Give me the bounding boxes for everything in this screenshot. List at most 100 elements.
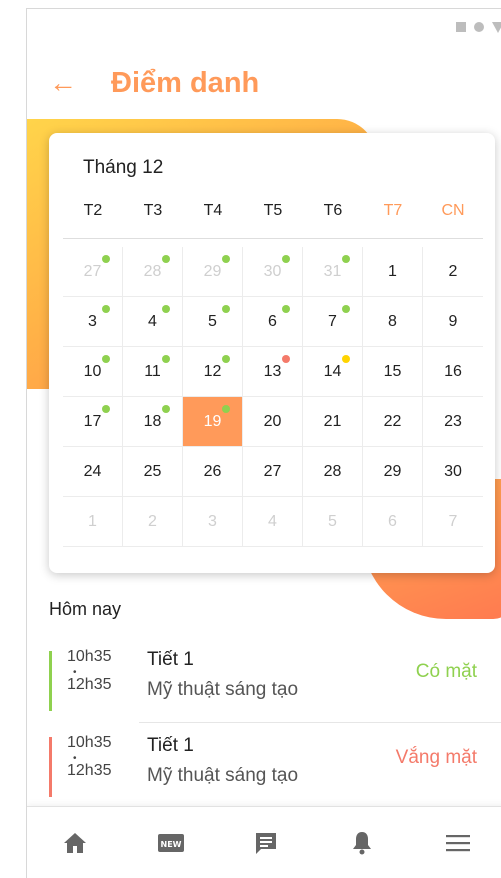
- attendance-status: Có mặt: [415, 661, 477, 682]
- attendance-dot: [282, 255, 290, 263]
- calendar-day[interactable]: 26: [183, 447, 243, 497]
- day-number: 7: [448, 512, 458, 530]
- session-subject: Mỹ thuật sáng tạo: [147, 765, 299, 786]
- app-screen: ← Điểm danh Tháng 12 T2 T3 T4 T5 T6 T7 CN 27 28…: [26, 8, 501, 878]
- calendar-day[interactable]: 29: [183, 247, 243, 297]
- attendance-dot: [162, 355, 170, 363]
- calendar-day[interactable]: 2: [423, 247, 483, 297]
- attendance-dot: [222, 255, 230, 263]
- calendar-day[interactable]: 22: [363, 397, 423, 447]
- calendar-day[interactable]: 12: [183, 347, 243, 397]
- day-number: 27: [83, 262, 102, 280]
- day-number: 28: [143, 262, 162, 280]
- session-title: Tiết 1: [147, 735, 194, 756]
- arrow-left-icon[interactable]: ←: [49, 69, 89, 97]
- calendar-day[interactable]: 18: [123, 397, 183, 447]
- attendance-dot: [282, 305, 290, 313]
- calendar-day[interactable]: 31: [303, 247, 363, 297]
- status-bar-indicator: [49, 737, 52, 797]
- calendar-day[interactable]: 13: [243, 347, 303, 397]
- calendar-day[interactable]: 6: [243, 297, 303, 347]
- day-number: 28: [323, 462, 342, 480]
- nav-news[interactable]: NEW: [141, 818, 201, 868]
- calendar-day[interactable]: 4: [243, 497, 303, 547]
- calendar-day[interactable]: 3: [63, 297, 123, 347]
- day-number: 29: [203, 262, 222, 280]
- weekday-label: T7: [383, 202, 403, 219]
- day-number: 13: [263, 362, 282, 380]
- attendance-dot: [102, 255, 110, 263]
- day-number: 12: [203, 362, 222, 380]
- calendar-day[interactable]: 4: [123, 297, 183, 347]
- row-divider: [139, 722, 501, 723]
- attendance-session[interactable]: 10h35 12h35 • Tiết 1 Mỹ thuật sáng tạo V…: [49, 729, 501, 809]
- calendar-day-selected[interactable]: 19: [183, 397, 243, 447]
- day-number: 4: [268, 512, 277, 530]
- calendar-day[interactable]: 5: [183, 297, 243, 347]
- day-number: 2: [148, 512, 157, 530]
- calendar-day[interactable]: 27: [63, 247, 123, 297]
- status-bar: [456, 17, 501, 37]
- menu-icon: [446, 834, 471, 851]
- nav-menu[interactable]: [428, 818, 488, 868]
- calendar-day[interactable]: 24: [63, 447, 123, 497]
- calendar-day[interactable]: 3: [183, 497, 243, 547]
- end-time: 12h35: [67, 762, 112, 779]
- day-number: 19: [203, 412, 222, 430]
- day-number: 5: [328, 512, 337, 530]
- day-number: 17: [83, 412, 102, 430]
- bottom-navigation: NEW: [27, 806, 501, 878]
- nav-notifications[interactable]: [332, 818, 392, 868]
- day-number: 20: [263, 412, 282, 430]
- attendance-dot: [342, 305, 350, 313]
- calendar-day[interactable]: 27: [243, 447, 303, 497]
- nav-home[interactable]: [45, 818, 105, 868]
- calendar-day[interactable]: 11: [123, 347, 183, 397]
- time-separator: •: [73, 667, 77, 678]
- attendance-dot: [282, 355, 290, 363]
- calendar-day[interactable]: 2: [123, 497, 183, 547]
- calendar-day[interactable]: 28: [123, 247, 183, 297]
- day-number: 15: [383, 362, 402, 380]
- calendar-day[interactable]: 16: [423, 347, 483, 397]
- weekday-label: CN: [441, 202, 465, 219]
- calendar-day[interactable]: 9: [423, 297, 483, 347]
- day-number: 7: [328, 312, 337, 330]
- bell-icon: [353, 831, 372, 854]
- calendar-day[interactable]: 1: [63, 497, 123, 547]
- status-bar-indicator: [49, 651, 52, 711]
- calendar-day[interactable]: 30: [423, 447, 483, 497]
- calendar-day[interactable]: 7: [303, 297, 363, 347]
- today-label: Hôm nay: [49, 599, 122, 619]
- app-header: ← Điểm danh: [27, 61, 501, 105]
- calendar-day[interactable]: 10: [63, 347, 123, 397]
- nav-messages[interactable]: [236, 818, 296, 868]
- attendance-dot: [342, 255, 350, 263]
- calendar-day[interactable]: 7: [423, 497, 483, 547]
- calendar-day[interactable]: 15: [363, 347, 423, 397]
- day-number: 30: [263, 262, 282, 280]
- calendar-day[interactable]: 29: [363, 447, 423, 497]
- calendar-day[interactable]: 5: [303, 497, 363, 547]
- calendar-day[interactable]: 30: [243, 247, 303, 297]
- calendar-day[interactable]: 17: [63, 397, 123, 447]
- month-label: Tháng 12: [83, 157, 164, 178]
- weekday-label: T4: [203, 202, 223, 219]
- calendar-day[interactable]: 20: [243, 397, 303, 447]
- calendar-day[interactable]: 6: [363, 497, 423, 547]
- day-number: 5: [208, 312, 217, 330]
- day-number: 22: [383, 412, 402, 430]
- day-number: 1: [88, 512, 97, 530]
- home-icon: [63, 832, 86, 853]
- calendar-day[interactable]: 14: [303, 347, 363, 397]
- calendar-day[interactable]: 25: [123, 447, 183, 497]
- calendar-day[interactable]: 1: [363, 247, 423, 297]
- calendar-day[interactable]: 21: [303, 397, 363, 447]
- calendar-day[interactable]: 8: [363, 297, 423, 347]
- calendar-day[interactable]: 23: [423, 397, 483, 447]
- attendance-dot: [222, 305, 230, 313]
- attendance-session[interactable]: 10h35 12h35 • Tiết 1 Mỹ thuật sáng tạo C…: [49, 643, 501, 723]
- calendar-day[interactable]: 28: [303, 447, 363, 497]
- battery-icon: [492, 21, 501, 33]
- session-title: Tiết 1: [147, 649, 194, 670]
